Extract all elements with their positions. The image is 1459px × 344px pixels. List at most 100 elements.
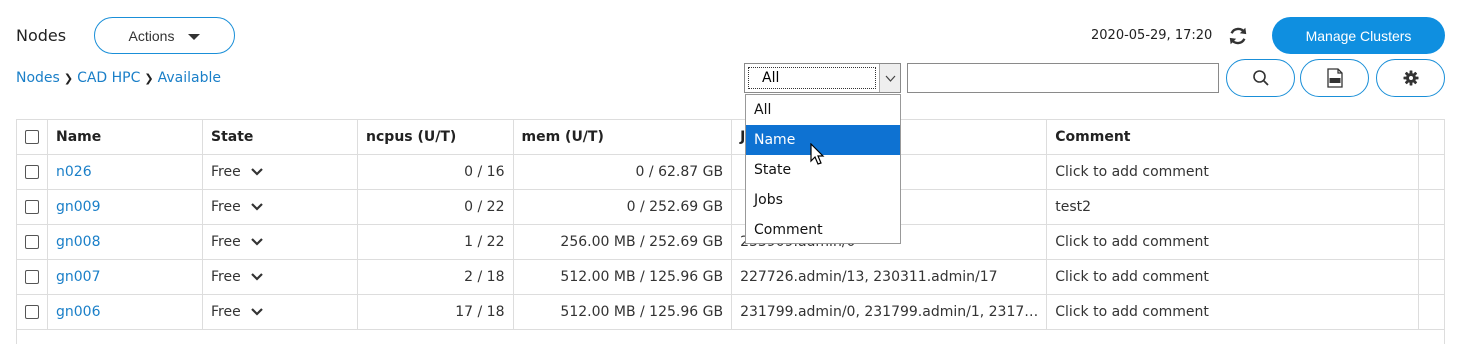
breadcrumb-cluster[interactable]: CAD HPC: [77, 70, 140, 86]
column-header-comment[interactable]: Comment: [1046, 119, 1420, 155]
table-row[interactable]: gn009 Free 0 / 22 0 / 252.69 GB test2: [16, 189, 1445, 225]
mouse-cursor-icon: [810, 143, 825, 165]
node-name-cell[interactable]: gn006: [47, 294, 203, 330]
node-name-link[interactable]: gn008: [56, 234, 100, 250]
export-csv-button[interactable]: [1300, 59, 1369, 97]
column-header-state[interactable]: State: [201, 119, 359, 155]
settings-button[interactable]: [1376, 59, 1445, 97]
filter-field-dropdown: All Name State Jobs Comment: [745, 94, 901, 244]
jobs-cell: 231799.admin/0, 231799.admin/1, 2317…: [731, 294, 1048, 330]
node-name-link[interactable]: gn006: [56, 304, 100, 320]
ncpus-cell: 1 / 22: [357, 224, 514, 260]
filter-option-comment[interactable]: Comment: [746, 215, 900, 245]
search-icon: [1252, 70, 1269, 86]
comment-cell[interactable]: test2: [1046, 189, 1420, 225]
table-row[interactable]: n026 Free 0 / 16 0 / 62.87 GB Click to a…: [16, 154, 1445, 190]
node-name-cell[interactable]: n026: [47, 154, 203, 190]
jobs-cell: 227726.admin/13, 230311.admin/17: [731, 259, 1048, 295]
select-all-checkbox[interactable]: [25, 130, 39, 144]
nodes-table: Name State ncpus (U/T) mem (U/T) Jobs Co…: [16, 119, 1445, 330]
column-header-ncpus[interactable]: ncpus (U/T): [357, 119, 514, 155]
caret-down-icon: [188, 33, 201, 40]
table-footer-space: [16, 329, 1445, 344]
mem-cell: 0 / 62.87 GB: [512, 154, 733, 190]
chevron-down-icon[interactable]: [250, 273, 263, 281]
comment-cell[interactable]: Click to add comment: [1046, 154, 1420, 190]
node-name-cell[interactable]: gn007: [47, 259, 203, 295]
mem-cell: 512.00 MB / 125.96 GB: [512, 294, 733, 330]
row-extra-cell: [1418, 189, 1445, 225]
chevron-down-icon[interactable]: [250, 168, 263, 176]
comment-cell[interactable]: Click to add comment: [1046, 224, 1420, 260]
chevron-down-icon[interactable]: [879, 64, 900, 92]
column-header-mem[interactable]: mem (U/T): [512, 119, 733, 155]
last-updated-timestamp: 2020-05-29, 17:20: [1091, 28, 1213, 43]
mem-cell: 512.00 MB / 125.96 GB: [512, 259, 733, 295]
page-title: Nodes: [16, 26, 67, 45]
actions-button[interactable]: Actions: [94, 17, 235, 54]
filter-field-select[interactable]: All: [744, 63, 901, 93]
search-input[interactable]: [907, 63, 1219, 93]
filter-option-jobs[interactable]: Jobs: [746, 185, 900, 215]
column-header-extra: [1418, 119, 1445, 155]
comment-cell[interactable]: Click to add comment: [1046, 259, 1420, 295]
node-state-cell[interactable]: Free: [201, 154, 359, 190]
node-name-link[interactable]: gn007: [56, 269, 100, 285]
row-select-cell: [16, 154, 48, 190]
row-extra-cell: [1418, 224, 1445, 260]
chevron-right-icon: ❯: [63, 71, 74, 85]
breadcrumb-nodes[interactable]: Nodes: [16, 70, 60, 86]
table-row[interactable]: gn007 Free 2 / 18 512.00 MB / 125.96 GB …: [16, 259, 1445, 295]
chevron-down-icon[interactable]: [250, 308, 263, 316]
chevron-right-icon: ❯: [144, 71, 154, 85]
row-checkbox[interactable]: [25, 305, 39, 319]
actions-label: Actions: [128, 27, 175, 44]
node-state-text: Free: [210, 164, 241, 180]
node-state-text: Free: [210, 234, 241, 250]
filter-selected-value: All: [748, 67, 876, 89]
table-row[interactable]: gn008 Free 1 / 22 256.00 MB / 252.69 GB …: [16, 224, 1445, 260]
node-state-text: Free: [210, 199, 241, 215]
row-select-cell: [16, 189, 48, 225]
mem-cell: 0 / 252.69 GB: [512, 189, 733, 225]
node-name-link[interactable]: n026: [56, 164, 92, 180]
node-name-link[interactable]: gn009: [56, 199, 100, 215]
csv-file-icon: [1326, 68, 1343, 88]
filter-option-all[interactable]: All: [746, 95, 900, 125]
chevron-down-icon[interactable]: [250, 203, 263, 211]
node-state-cell[interactable]: Free: [201, 224, 359, 260]
node-name-cell[interactable]: gn009: [47, 189, 203, 225]
comment-cell[interactable]: Click to add comment: [1046, 294, 1420, 330]
row-extra-cell: [1418, 294, 1445, 330]
mem-cell: 256.00 MB / 252.69 GB: [512, 224, 733, 260]
select-all-cell: [16, 119, 48, 155]
row-extra-cell: [1418, 154, 1445, 190]
row-select-cell: [16, 259, 48, 295]
table-row[interactable]: gn006 Free 17 / 18 512.00 MB / 125.96 GB…: [16, 294, 1445, 330]
table-header-row: Name State ncpus (U/T) mem (U/T) Jobs Co…: [16, 119, 1445, 155]
ncpus-cell: 0 / 16: [357, 154, 514, 190]
ncpus-cell: 17 / 18: [357, 294, 514, 330]
row-select-cell: [16, 294, 48, 330]
ncpus-cell: 0 / 22: [357, 189, 514, 225]
node-state-text: Free: [210, 269, 241, 285]
breadcrumb-available[interactable]: Available: [158, 70, 221, 86]
manage-clusters-button[interactable]: Manage Clusters: [1272, 17, 1445, 54]
row-checkbox[interactable]: [25, 200, 39, 214]
row-checkbox[interactable]: [25, 235, 39, 249]
refresh-icon[interactable]: [1227, 25, 1249, 47]
chevron-down-icon[interactable]: [250, 238, 263, 246]
row-extra-cell: [1418, 259, 1445, 295]
row-checkbox[interactable]: [25, 165, 39, 179]
node-state-text: Free: [210, 304, 241, 320]
node-state-cell[interactable]: Free: [201, 189, 359, 225]
node-name-cell[interactable]: gn008: [47, 224, 203, 260]
row-select-cell: [16, 224, 48, 260]
search-button[interactable]: [1226, 59, 1295, 97]
row-checkbox[interactable]: [25, 270, 39, 284]
node-state-cell[interactable]: Free: [201, 294, 359, 330]
ncpus-cell: 2 / 18: [357, 259, 514, 295]
column-header-name[interactable]: Name: [47, 119, 203, 155]
node-state-cell[interactable]: Free: [201, 259, 359, 295]
breadcrumb: Nodes ❯ CAD HPC ❯ Available: [16, 70, 221, 86]
